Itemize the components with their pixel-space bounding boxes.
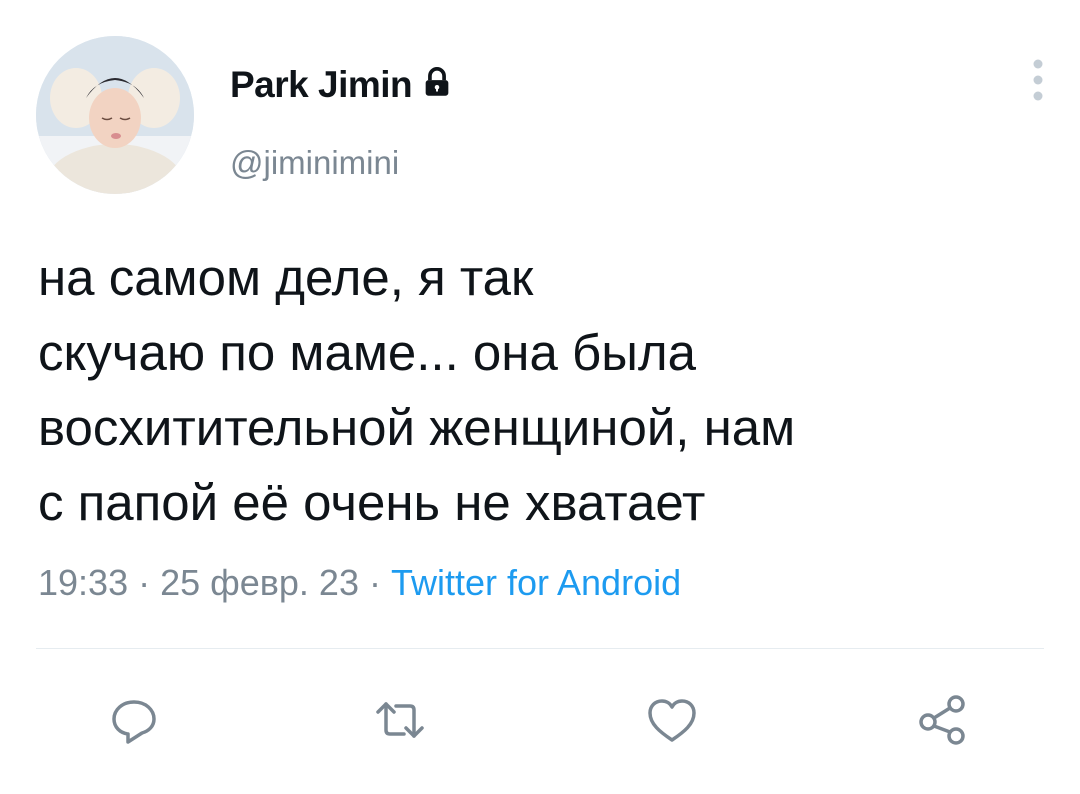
avatar[interactable] [36,36,194,194]
divider [36,648,1044,649]
tweet-time: 19:33 [38,562,129,603]
display-name-text: Park Jimin [230,64,413,105]
meta-separator: · [358,562,391,603]
tweet-date: 25 февр. 23 [160,562,359,603]
avatar-image [36,36,194,194]
meta-separator: · [128,562,161,603]
share-button[interactable] [912,690,972,750]
share-icon [919,695,965,745]
author-display-name[interactable]: Park Jimin [230,64,454,106]
tweet-text: на самом деле, я так скучаю по маме... о… [38,249,796,531]
like-icon [648,699,696,742]
retweet-button[interactable] [370,690,430,750]
retweet-icon [376,702,424,738]
reply-button[interactable] [104,690,164,750]
tweet-metadata: 19:33 · 25 февр. 23 · Twitter for Androi… [38,562,681,604]
lock-icon [420,66,454,100]
reply-icon [112,700,156,744]
like-button[interactable] [642,690,702,750]
more-options-icon[interactable] [1018,56,1058,108]
tweet-source-link[interactable]: Twitter for Android [391,562,681,603]
author-handle[interactable]: @jiminimini [230,144,399,182]
